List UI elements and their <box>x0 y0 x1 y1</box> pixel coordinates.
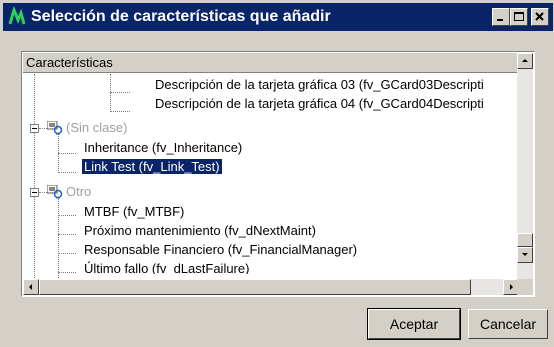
tree-line <box>110 92 130 93</box>
class-icon <box>47 185 63 199</box>
tree-line <box>110 111 130 112</box>
scroll-corner <box>517 279 533 295</box>
arrow-down-icon <box>522 253 528 256</box>
arrow-up-icon <box>522 59 528 62</box>
category-item[interactable]: (Sin clase) <box>66 120 127 135</box>
scroll-left-button[interactable] <box>23 279 39 295</box>
vertical-scroll-thumb[interactable] <box>517 233 533 247</box>
list-item[interactable]: Inheritance (fv_Inheritance) <box>84 140 242 155</box>
column-header[interactable]: Características <box>23 53 519 73</box>
tree-line <box>110 74 111 112</box>
app-icon <box>7 7 27 27</box>
tree-line <box>39 128 47 129</box>
minimize-icon <box>497 19 503 21</box>
collapse-toggle[interactable] <box>30 124 39 133</box>
column-header-label: Características <box>26 55 113 70</box>
close-button[interactable] <box>531 8 549 26</box>
list-item[interactable]: Descripción de la tarjeta gráfica 04 (fv… <box>155 96 484 111</box>
minimize-button[interactable] <box>492 8 510 26</box>
features-tree-list[interactable]: Características Descripción de la tarjet… <box>21 51 535 297</box>
category-item[interactable]: Otro <box>66 184 91 199</box>
tree-line <box>58 197 59 280</box>
title-bar[interactable]: Selección de características que añadir <box>3 3 553 31</box>
tree-line <box>58 272 76 273</box>
horizontal-scroll-thumb[interactable] <box>39 279 471 295</box>
list-item[interactable]: Último fallo (fv_dLastFailure) <box>84 261 249 274</box>
tree-line <box>58 215 76 216</box>
maximize-icon <box>514 12 524 21</box>
list-item[interactable]: Responsable Financiero (fv_FinancialMana… <box>84 242 357 257</box>
selected-label: Link Test (fv_Link_Test) <box>81 158 223 175</box>
dialog-window: Selección de características que añadir … <box>0 0 554 347</box>
horizontal-scrollbar[interactable] <box>23 279 519 295</box>
accept-button[interactable]: Aceptar <box>367 308 461 340</box>
window-title: Selección de características que añadir <box>31 8 331 25</box>
cancel-button[interactable]: Cancelar <box>468 309 548 339</box>
class-icon <box>47 121 63 135</box>
list-item[interactable]: Próximo mantenimiento (fv_dNextMaint) <box>84 223 316 238</box>
tree-line <box>58 153 76 154</box>
maximize-button[interactable] <box>510 8 528 26</box>
close-icon <box>535 12 544 21</box>
list-item[interactable]: MTBF (fv_MTBF) <box>84 204 184 219</box>
list-item[interactable]: Descripción de la tarjeta gráfica 03 (fv… <box>155 77 484 92</box>
tree-line <box>34 74 35 282</box>
tree-line <box>39 192 47 193</box>
arrow-right-icon <box>510 284 513 290</box>
arrow-left-icon <box>29 284 32 290</box>
scroll-down-button[interactable] <box>517 247 533 263</box>
list-item-selected[interactable]: Link Test (fv_Link_Test) <box>81 158 223 175</box>
tree-line <box>58 172 76 173</box>
scroll-up-button[interactable] <box>517 53 533 69</box>
collapse-toggle[interactable] <box>30 188 39 197</box>
tree-line <box>58 253 76 254</box>
vertical-scrollbar[interactable] <box>517 53 533 281</box>
tree-line <box>58 234 76 235</box>
